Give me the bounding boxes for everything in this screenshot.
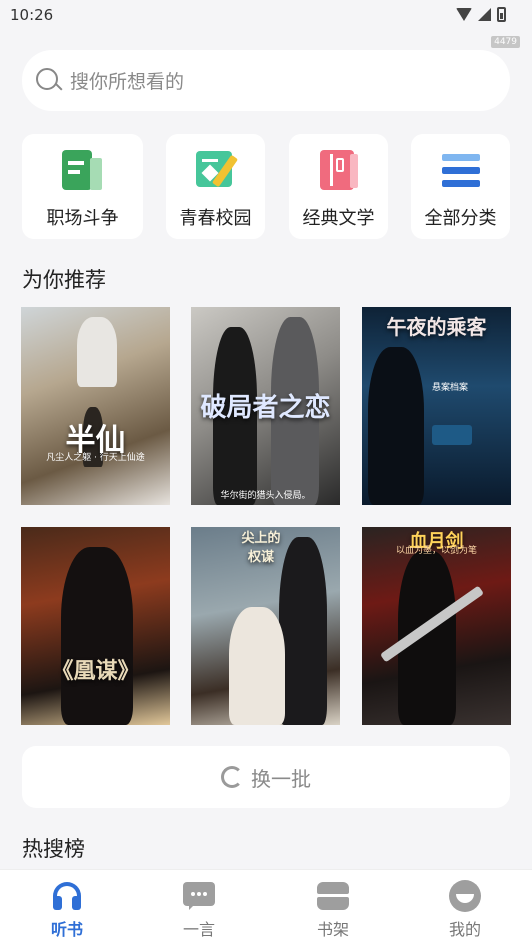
tab-listen[interactable]: 听书 (27, 880, 107, 940)
tab-label: 书架 (316, 920, 349, 939)
tab-bookshelf[interactable]: 书架 (293, 880, 373, 940)
document-chart-icon (60, 148, 106, 192)
category-list-icon (438, 148, 484, 192)
book-cover[interactable]: 血月剑 以血为墨，以剑为笔 (362, 527, 511, 725)
status-bar: 10:26 (0, 0, 532, 32)
battery-icon (497, 7, 506, 22)
notebook-icon (316, 148, 362, 192)
book-cover[interactable]: 《凰谋》 (21, 527, 170, 725)
wifi-icon (456, 8, 472, 21)
tab-label: 我的 (448, 920, 481, 939)
refresh-button[interactable]: 换一批 (22, 746, 510, 808)
category-classic[interactable]: 经典文学 (289, 134, 388, 239)
status-time: 10:26 (10, 6, 54, 24)
tab-label: 一言 (182, 920, 215, 939)
recommend-title: 为你推荐 (22, 268, 106, 292)
search-placeholder: 搜你所想看的 (70, 71, 185, 93)
book-cover-caption: 华尔街的猎头入侵局。 (220, 491, 311, 501)
signal-icon (478, 8, 491, 21)
book-cover-caption: 以血为墨，以剑为笔 (395, 546, 477, 556)
book-cover-title: 《凰谋》 (51, 659, 140, 684)
tab-label: 听书 (50, 920, 83, 939)
notebook-heart-icon (193, 148, 239, 192)
search-input[interactable]: 搜你所想看的 (22, 50, 510, 111)
category-youth[interactable]: 青春校园 (166, 134, 265, 239)
book-cover-title: 破局者之恋 (200, 393, 331, 423)
tab-profile[interactable]: 我的 (425, 880, 505, 940)
search-icon (36, 67, 63, 94)
bookshelf-icon (317, 880, 349, 912)
book-cover-caption: 悬案档案 (432, 383, 469, 393)
book-cover[interactable]: 午夜的乘客 悬案档案 (362, 307, 511, 505)
category-label: 经典文学 (302, 208, 375, 229)
chat-bubble-icon (183, 880, 215, 912)
book-cover-title: 尖上的权谋 (241, 531, 281, 565)
headphones-icon (51, 880, 83, 912)
corner-badge: 4479 (491, 36, 520, 48)
category-all[interactable]: 全部分类 (411, 134, 510, 239)
book-cover[interactable]: 尖上的权谋 (191, 527, 340, 725)
profile-icon (449, 880, 481, 912)
hot-search-title: 热搜榜 (22, 837, 85, 861)
book-cover-title: 午夜的乘客 (386, 315, 487, 339)
tab-yiyan[interactable]: 一言 (159, 880, 239, 940)
status-icons (456, 7, 506, 22)
book-cover[interactable]: 破局者之恋 华尔街的猎头入侵局。 (191, 307, 340, 505)
bottom-tab-bar: 听书 一言 书架 我的 (0, 869, 532, 946)
category-label: 全部分类 (424, 208, 497, 229)
book-cover-caption: 凡尘人之躯 · 行天上仙途 (46, 453, 145, 463)
category-workplace[interactable]: 职场斗争 (22, 134, 143, 239)
refresh-icon (221, 766, 243, 788)
book-cover[interactable]: 半仙 凡尘人之躯 · 行天上仙途 (21, 307, 170, 505)
refresh-label: 换一批 (251, 766, 311, 791)
category-label: 职场斗争 (46, 208, 119, 229)
category-label: 青春校园 (179, 208, 252, 229)
